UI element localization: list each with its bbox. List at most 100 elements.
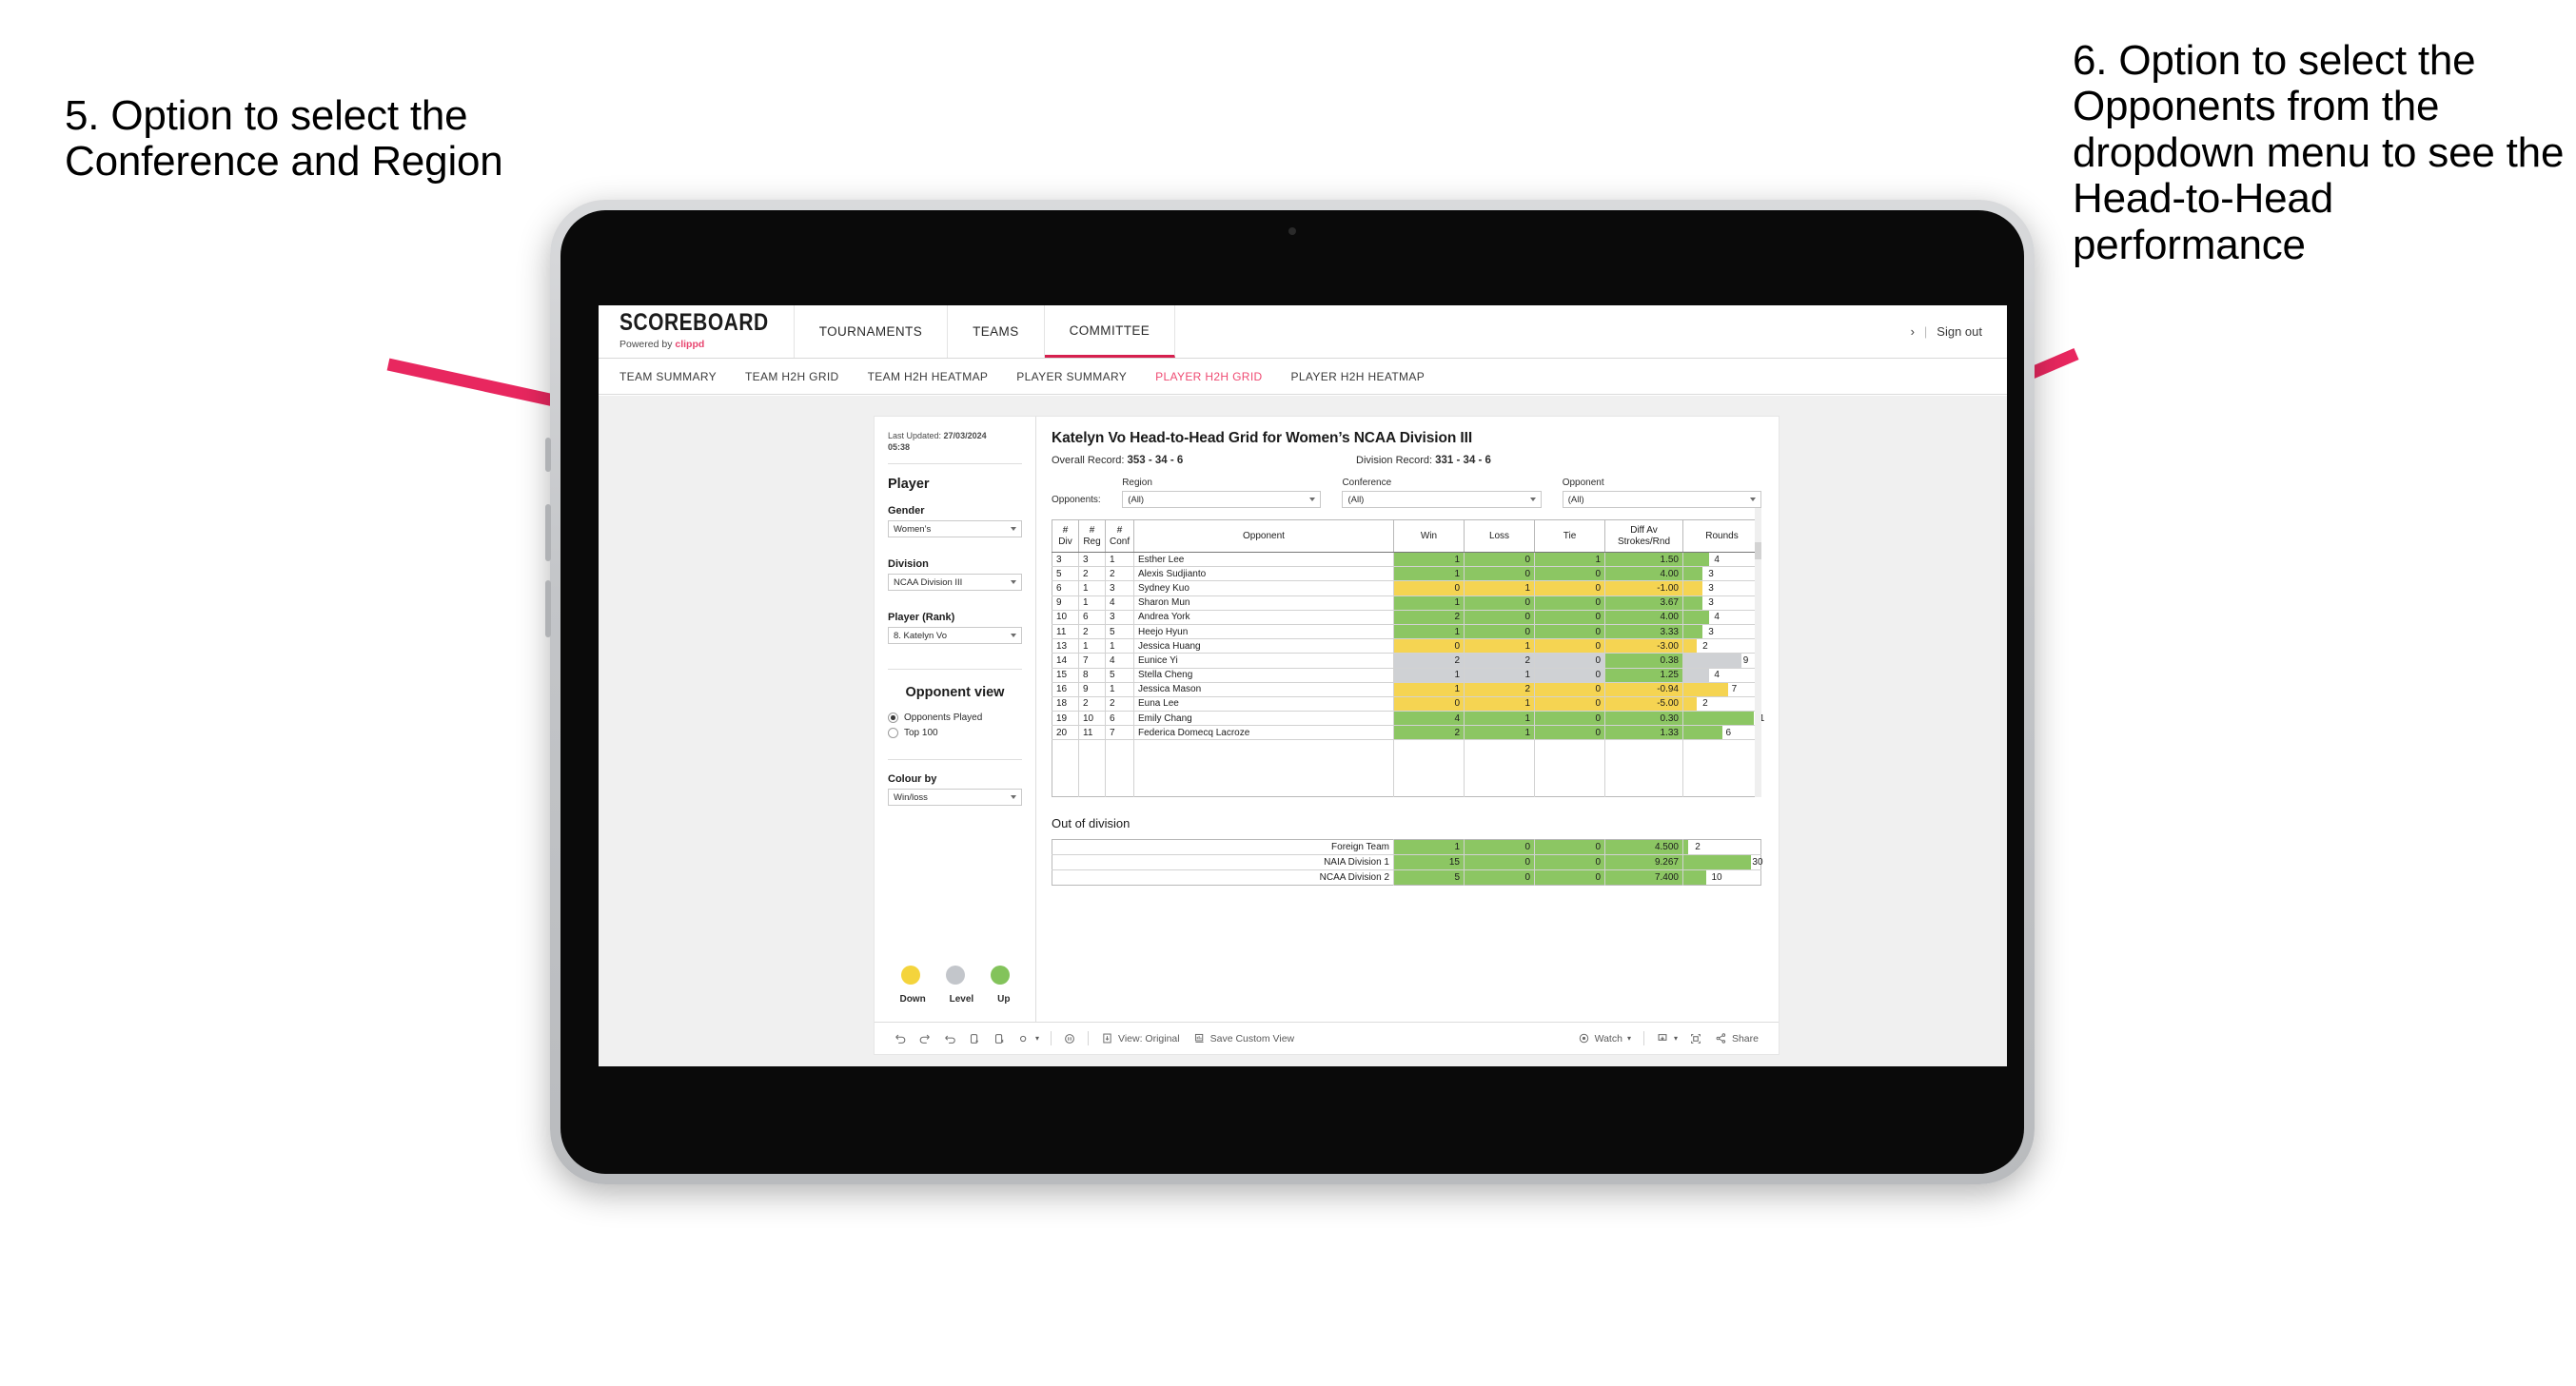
redo-button[interactable] (913, 1032, 937, 1045)
player-rank-select-value: 8. Katelyn Vo (894, 630, 947, 641)
cell-group-name: NCAA Division 2 (1052, 869, 1394, 886)
grid-column-header[interactable]: # Conf (1105, 519, 1134, 553)
grid-column-header[interactable]: Loss (1464, 519, 1535, 553)
grid-column-header[interactable]: Win (1393, 519, 1465, 553)
cell-conf-rank: 1 (1105, 552, 1134, 568)
watch-button[interactable]: Watch ▾ (1571, 1032, 1638, 1044)
cell-opponent: Esther Lee (1133, 552, 1394, 568)
revert-button[interactable] (937, 1032, 962, 1045)
cell-conf-rank: 1 (1105, 638, 1134, 654)
table-row[interactable]: 14 7 4 Eunice Yi 2 2 0 0.38 9 (1052, 653, 1761, 669)
save-custom-view-button[interactable]: Save Custom View (1187, 1032, 1302, 1044)
tab-player-h2h-heatmap[interactable]: PLAYER H2H HEATMAP (1291, 370, 1426, 383)
grid-column-header[interactable]: Rounds (1682, 519, 1761, 553)
cell-diff-av-strokes: 1.25 (1604, 668, 1683, 683)
cell-reg-rank: 9 (1078, 682, 1106, 697)
cell-reg-rank: 2 (1078, 624, 1106, 640)
download-button[interactable]: ▾ (1650, 1032, 1683, 1045)
brand-logo[interactable]: SCOREBOARD Powered by clippd (599, 305, 795, 358)
records-row: Overall Record: 353 - 34 - 6 Division Re… (1052, 455, 1761, 466)
toolbar-separator (1088, 1031, 1090, 1045)
tab-player-h2h-grid[interactable]: PLAYER H2H GRID (1155, 370, 1262, 383)
pause-updates-icon-button[interactable] (1057, 1032, 1082, 1045)
table-row[interactable]: 20 11 7 Federica Domecq Lacroze 2 1 0 1.33 6 (1052, 725, 1761, 741)
colour-by-select[interactable]: Win/loss (888, 789, 1022, 807)
refresh-button[interactable] (962, 1032, 987, 1045)
grid-column-header[interactable]: # Div (1052, 519, 1079, 553)
table-row[interactable]: 10 6 3 Andrea York 2 0 0 4.00 4 (1052, 610, 1761, 625)
table-row[interactable]: 15 8 5 Stella Cheng 1 1 0 1.25 4 (1052, 668, 1761, 683)
tab-player-summary[interactable]: PLAYER SUMMARY (1016, 370, 1127, 383)
player-rank-select[interactable]: 8. Katelyn Vo (888, 627, 1022, 645)
nav-item-committee[interactable]: COMMITTEE (1044, 305, 1176, 358)
grid-column-header[interactable]: Tie (1534, 519, 1605, 553)
cell-opponent: Sydney Kuo (1133, 580, 1394, 596)
tab-team-summary[interactable]: TEAM SUMMARY (619, 370, 717, 383)
out-of-division-row[interactable]: NCAA Division 2 5 0 0 7.400 10 (1052, 869, 1761, 886)
cell-div-rank: 14 (1052, 653, 1079, 669)
undo-button[interactable] (888, 1032, 913, 1045)
fullscreen-button[interactable] (1683, 1032, 1708, 1045)
cell-diff-av-strokes: 4.00 (1604, 610, 1683, 625)
legend-swatches (888, 966, 1022, 985)
out-of-division-row[interactable]: NAIA Division 1 15 0 0 9.267 30 (1052, 854, 1763, 871)
table-row[interactable]: 19106Emily Chang4100.3011 (1052, 711, 1764, 727)
division-select[interactable]: NCAA Division III (888, 574, 1022, 592)
cell-diff-av-strokes: 3.33 (1604, 624, 1683, 640)
region-select[interactable]: (All) (1122, 491, 1322, 508)
view-original-button[interactable]: View: Original (1094, 1032, 1187, 1044)
opponent-select[interactable]: (All) (1562, 491, 1761, 508)
cell-div-rank: 19 (1052, 711, 1079, 727)
radio-top-100[interactable]: Top 100 (888, 728, 1022, 739)
viz-toolbar: ▾ View: Original Save Custom View Watch … (875, 1022, 1779, 1054)
gender-select[interactable]: Women’s (888, 520, 1022, 538)
player-rank-label: Player (Rank) (888, 612, 955, 624)
chevron-right-icon[interactable]: › (1911, 324, 1915, 339)
filler-cell (1078, 739, 1106, 797)
table-row[interactable]: 6 1 3 Sydney Kuo 0 1 0 -1.00 3 (1052, 580, 1761, 596)
table-row[interactable]: 13 1 1 Jessica Huang 0 1 0 -3.00 2 (1052, 638, 1761, 654)
grid-column-header[interactable]: Diff Av Strokes/Rnd (1604, 519, 1683, 553)
chevron-down-icon (1011, 795, 1016, 800)
cell-div-rank: 18 (1052, 696, 1079, 713)
division-label: Division (888, 558, 929, 571)
out-of-division-row[interactable]: Foreign Team 1 0 0 4.500 2 (1052, 839, 1761, 856)
table-row[interactable]: 18 2 2 Euna Lee 0 1 0 -5.00 2 (1052, 696, 1761, 713)
pause-auto-update-button[interactable] (987, 1032, 1012, 1045)
cell-rounds: 9 (1682, 653, 1761, 669)
cell-conf-rank: 2 (1105, 566, 1134, 582)
share-button[interactable]: Share (1708, 1032, 1765, 1044)
h2h-grid-table: # Div # Reg # Conf Opponent Win Loss Tie Diff Av St… (1052, 519, 1764, 798)
table-row[interactable]: 3 3 1 Esther Lee 1 0 1 1.50 4 (1052, 552, 1761, 568)
divider (888, 759, 1022, 761)
table-row[interactable]: 16 9 1 Jessica Mason 1 2 0 -0.94 7 (1052, 682, 1761, 697)
cell-div-rank: 15 (1052, 668, 1079, 683)
tab-team-h2h-heatmap[interactable]: TEAM H2H HEATMAP (868, 370, 989, 383)
cell-tie: 0 (1534, 839, 1605, 856)
cell-div-rank: 16 (1052, 682, 1079, 697)
undo-dropdown-button[interactable]: ▾ (1012, 1032, 1045, 1045)
cell-rounds: 2 (1682, 696, 1761, 713)
radio-opponents-played[interactable]: Opponents Played (888, 713, 1022, 724)
conference-select[interactable]: (All) (1342, 491, 1542, 508)
conference-filter-label: Conference (1342, 478, 1392, 488)
h2h-grid-wrapper: # Div # Reg # Conf Opponent Win Loss Tie Diff Av St… (1052, 508, 1764, 798)
grid-scrollbar[interactable] (1755, 508, 1761, 798)
cell-reg-rank: 6 (1078, 610, 1106, 625)
nav-item-teams[interactable]: TEAMS (948, 305, 1045, 358)
table-row[interactable]: 5 2 2 Alexis Sudjianto 1 0 0 4.00 3 (1052, 566, 1761, 582)
cell-rounds: 7 (1682, 682, 1761, 697)
grid-column-header[interactable]: # Reg (1078, 519, 1106, 553)
sign-out-link[interactable]: Sign out (1937, 324, 1982, 339)
region-filter: Region (All) (1122, 478, 1322, 508)
grid-column-header[interactable]: Opponent (1133, 519, 1394, 553)
share-label: Share (1731, 1032, 1759, 1044)
divider (888, 463, 1022, 465)
tab-team-h2h-grid[interactable]: TEAM H2H GRID (745, 370, 839, 383)
table-row[interactable]: 9 1 4 Sharon Mun 1 0 0 3.67 3 (1052, 595, 1761, 611)
cell-conf-rank: 3 (1105, 580, 1134, 596)
grid-scrollbar-thumb[interactable] (1755, 542, 1761, 559)
cell-rounds: 4 (1682, 610, 1761, 625)
table-row[interactable]: 11 2 5 Heejo Hyun 1 0 0 3.33 3 (1052, 624, 1761, 640)
nav-item-tournaments[interactable]: TOURNAMENTS (795, 305, 949, 358)
